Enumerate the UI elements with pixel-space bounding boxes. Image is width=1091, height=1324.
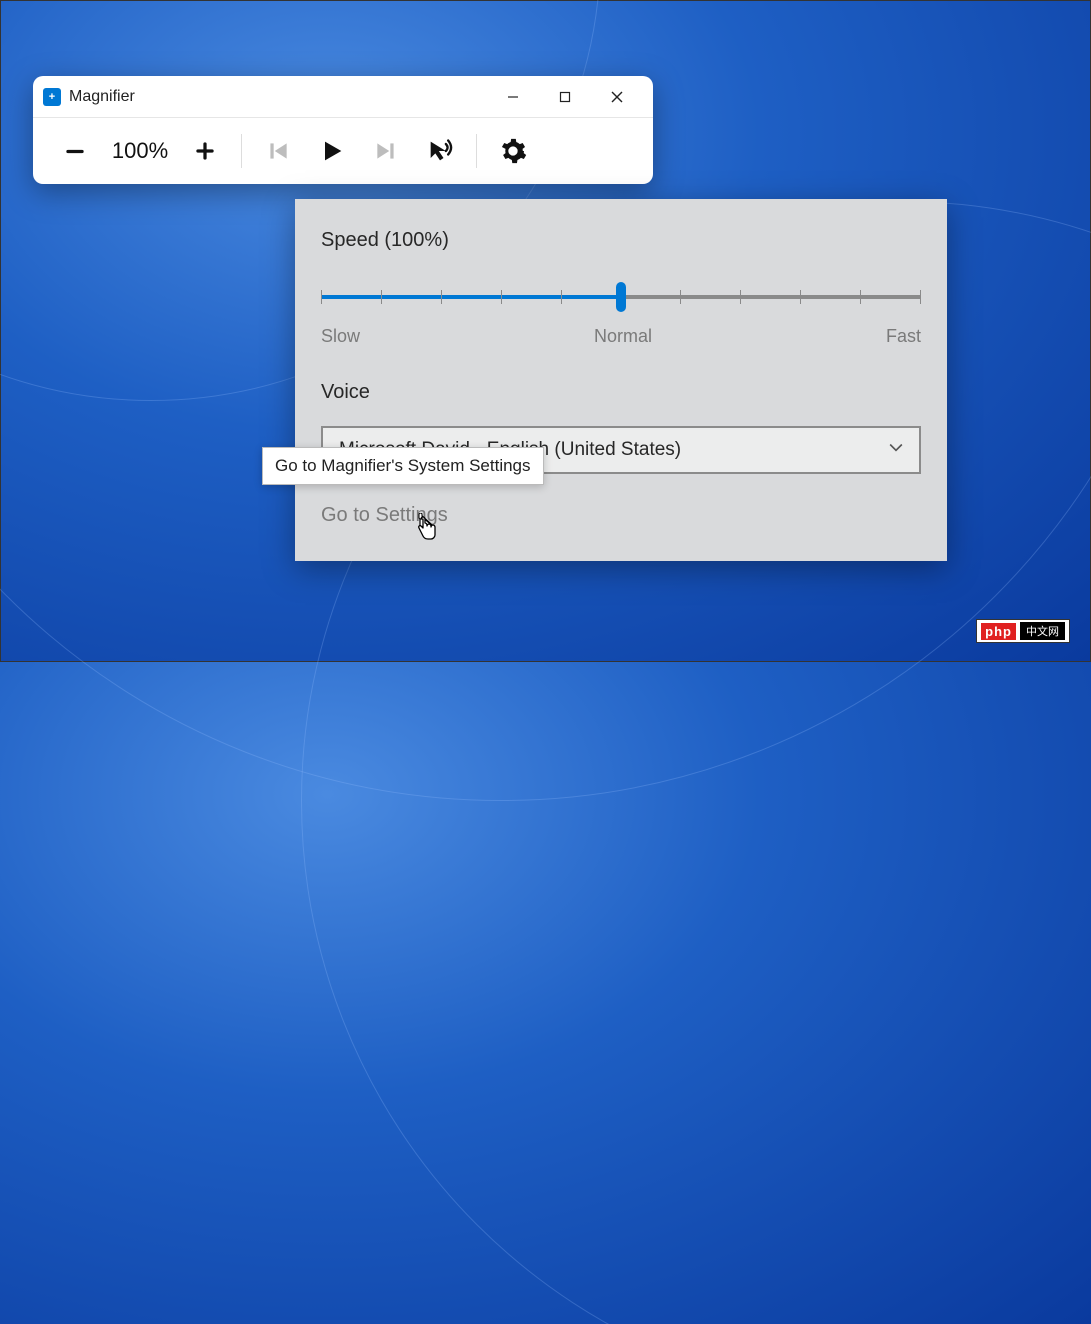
settings-panel: Speed (100%) Slow Normal Fast Voice Micr… (295, 199, 947, 561)
speed-slider[interactable] (321, 286, 921, 308)
watermark-left: php (981, 623, 1016, 640)
divider (476, 134, 477, 168)
tooltip: Go to Magnifier's System Settings (262, 447, 544, 485)
app-icon: + (43, 88, 61, 106)
chevron-down-icon (889, 439, 903, 461)
slider-labels: Slow Normal Fast (321, 326, 921, 347)
hand-cursor-icon (414, 515, 438, 543)
watermark: php 中文网 (976, 619, 1070, 643)
read-aloud-cursor-button[interactable] (416, 127, 464, 175)
close-button[interactable] (591, 76, 643, 118)
slider-thumb[interactable] (616, 282, 626, 312)
zoom-level: 100% (105, 138, 175, 164)
zoom-in-button[interactable] (181, 127, 229, 175)
minimize-button[interactable] (487, 76, 539, 118)
slider-label-fast: Fast (886, 326, 921, 347)
slider-label-slow: Slow (321, 326, 360, 347)
watermark-right: 中文网 (1020, 622, 1065, 640)
settings-button[interactable] (489, 127, 537, 175)
divider (241, 134, 242, 168)
window-title: Magnifier (69, 88, 135, 106)
toolbar: 100% (33, 118, 653, 184)
titlebar: + Magnifier (33, 76, 653, 118)
voice-label: Voice (321, 381, 921, 404)
maximize-button[interactable] (539, 76, 591, 118)
next-button[interactable] (362, 127, 410, 175)
play-button[interactable] (308, 127, 356, 175)
previous-button[interactable] (254, 127, 302, 175)
speed-label: Speed (100%) (321, 229, 921, 252)
magnifier-window: + Magnifier 100% (33, 76, 653, 184)
slider-label-normal: Normal (594, 326, 652, 347)
zoom-out-button[interactable] (51, 127, 99, 175)
